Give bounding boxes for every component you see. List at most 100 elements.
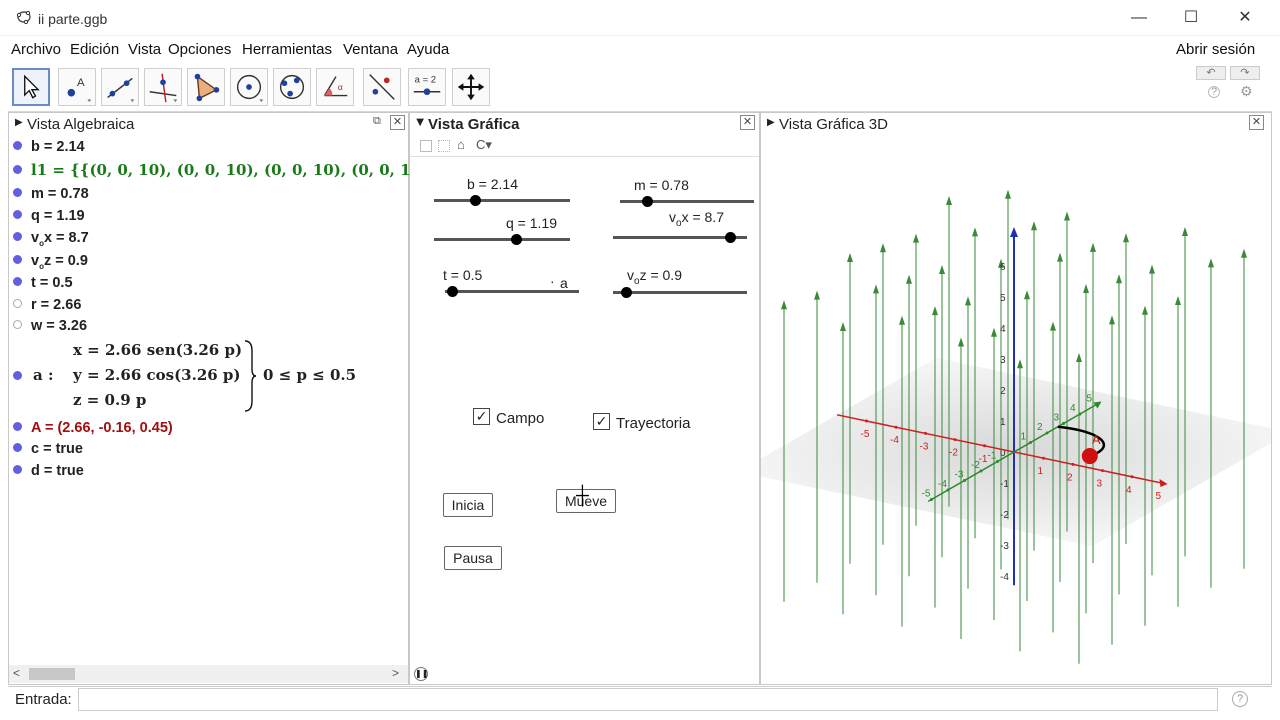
field-arrow-head (847, 253, 853, 262)
z-tick-label: 1 (1000, 417, 1006, 428)
slider-knob-2[interactable] (510, 234, 522, 245)
y-tick (1029, 441, 1032, 444)
polygon-tool-button[interactable] (187, 68, 225, 106)
scroll-right-icon[interactable]: > (392, 666, 399, 680)
visibility-dot-icon[interactable] (13, 141, 22, 150)
toolbar: A α a = 2 ↶ ↷ ? ⚙ (8, 64, 1272, 112)
help-icon[interactable]: ? (1208, 86, 1220, 98)
visibility-dot-icon[interactable] (13, 165, 22, 174)
angle-tool-button[interactable]: α (316, 68, 354, 106)
visibility-dot-icon[interactable] (13, 465, 22, 474)
visibility-dot-icon[interactable] (13, 255, 22, 264)
algebra-row-vox[interactable]: vox = 8.7 (13, 230, 89, 248)
sign-in-link[interactable]: Abrir sesión (1176, 41, 1255, 58)
algebra-row-voz[interactable]: voz = 0.9 (13, 253, 88, 271)
slider-track-4[interactable] (445, 286, 579, 297)
trayectoria-checkbox[interactable]: ✓ (593, 413, 610, 430)
pause-animation-icon[interactable]: ❚❚ (414, 667, 428, 681)
undo-button[interactable]: ↶ (1196, 66, 1226, 80)
algebra-row-c[interactable]: c = true (13, 441, 83, 457)
menu-opciones[interactable]: Opciones (168, 41, 231, 58)
collapse-arrow-icon[interactable]: ▶ (414, 119, 425, 127)
slider-knob-3[interactable] (724, 232, 736, 243)
algebra-row-r[interactable]: r = 2.66 (13, 297, 81, 313)
reflect-tool-button[interactable] (363, 68, 401, 106)
y-tick-label: -5 (922, 489, 931, 500)
hidden-dot-icon[interactable] (13, 299, 22, 308)
menu-herramientas[interactable]: Herramientas (242, 41, 332, 58)
gear-icon[interactable]: ⚙ (1240, 83, 1253, 100)
close-algebra-view-button[interactable]: ✕ (390, 115, 405, 130)
y-tick-label: 1 (1021, 432, 1027, 443)
campo-checkbox[interactable]: ✓ (473, 408, 490, 425)
input-help-icon[interactable]: ? (1232, 691, 1248, 707)
visibility-dot-icon[interactable] (13, 422, 22, 431)
menu-archivo[interactable]: Archivo (11, 41, 61, 58)
visibility-dot-icon[interactable] (13, 232, 22, 241)
horizontal-scrollbar[interactable]: < > (9, 665, 408, 683)
algebra-row-d[interactable]: d = true (13, 463, 84, 479)
field-arrow-head (1182, 227, 1188, 236)
field-arrow-head (873, 284, 879, 294)
perpendicular-tool-button[interactable] (144, 68, 182, 106)
slider-track-3[interactable] (613, 232, 747, 243)
slider-knob-1[interactable] (641, 196, 653, 207)
scroll-left-icon[interactable]: < (13, 666, 20, 680)
close-button[interactable]: ✕ (1232, 8, 1258, 28)
visibility-dot-icon[interactable] (13, 210, 22, 219)
conic-tool-button[interactable] (273, 68, 311, 106)
field-arrow-head (1017, 359, 1023, 369)
slider-track-5[interactable] (613, 287, 747, 298)
menu-vista[interactable]: Vista (128, 41, 161, 58)
inicia-button[interactable]: Inicia (443, 493, 493, 517)
line-tool-button[interactable] (101, 68, 139, 106)
slider-knob-0[interactable] (469, 195, 481, 206)
slider-icon: a = 2 (413, 74, 441, 96)
collapse-arrow-icon[interactable]: ▶ (767, 117, 775, 128)
maximize-button[interactable]: ☐ (1178, 8, 1204, 28)
x-tick-label: -5 (861, 429, 870, 440)
menu-ayuda[interactable]: Ayuda (407, 41, 449, 58)
axes-toggle-icon[interactable] (420, 140, 432, 152)
algebra-row-curve-a[interactable]: a : x = 2.66 sen(3.26 p) y = 2.66 cos(3.… (13, 339, 403, 414)
point-tool-button[interactable]: A (58, 68, 96, 106)
visibility-dot-icon[interactable] (13, 188, 22, 197)
algebra-row-w[interactable]: w = 3.26 (13, 318, 87, 334)
circle-tool-button[interactable] (230, 68, 268, 106)
slider-track-1[interactable] (620, 196, 754, 207)
collapse-arrow-icon[interactable]: ▶ (15, 117, 23, 128)
input-field[interactable] (78, 688, 1218, 711)
3d-scene[interactable]: 6543210-1-2-3-4-5-4-3-2-112345-5-4-3-2-1… (761, 135, 1271, 683)
home-icon[interactable]: ⌂ (457, 137, 465, 152)
menu-edicion[interactable]: Edición (70, 41, 119, 58)
pausa-button[interactable]: Pausa (444, 546, 502, 570)
z-tick-label: -3 (1000, 541, 1009, 552)
algebra-row-q[interactable]: q = 1.19 (13, 208, 85, 224)
algebra-row-l1[interactable]: l1 = {{(0, 0, 10), (0, 0, 10), (0, 0, 10… (13, 161, 433, 179)
move-view-tool-button[interactable] (452, 68, 490, 106)
scroll-thumb[interactable] (29, 668, 75, 680)
slider-track-0[interactable] (434, 195, 570, 206)
minimize-button[interactable]: — (1126, 8, 1152, 28)
field-arrow-head (1083, 284, 1089, 293)
algebra-row-t[interactable]: t = 0.5 (13, 275, 73, 291)
slider-track-2[interactable] (434, 234, 570, 245)
visibility-dot-icon[interactable] (13, 443, 22, 452)
undock-icon[interactable]: ⧉ (373, 115, 381, 128)
close-graphics-view-button[interactable]: ✕ (740, 115, 755, 130)
point-capture-icon[interactable]: C▾ (476, 137, 492, 153)
slider-tool-button[interactable]: a = 2 (408, 68, 446, 106)
grid-toggle-icon[interactable] (438, 140, 450, 152)
hidden-dot-icon[interactable] (13, 320, 22, 329)
algebra-row-point-a[interactable]: A = (2.66, -0.16, 0.45) (13, 420, 173, 436)
redo-button[interactable]: ↷ (1230, 66, 1260, 80)
algebra-row-m[interactable]: m = 0.78 (13, 186, 89, 202)
visibility-dot-icon[interactable] (13, 371, 22, 380)
slider-knob-5[interactable] (621, 287, 633, 298)
menu-ventana[interactable]: Ventana (343, 41, 398, 58)
move-tool-button[interactable] (12, 68, 50, 106)
slider-knob-4[interactable] (446, 286, 458, 297)
visibility-dot-icon[interactable] (13, 277, 22, 286)
algebra-row-b[interactable]: b = 2.14 (13, 139, 85, 155)
close-3d-view-button[interactable]: ✕ (1249, 115, 1264, 130)
